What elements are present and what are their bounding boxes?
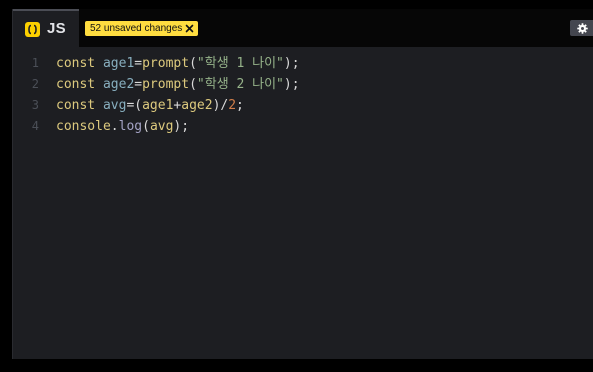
js-braces-icon — [25, 22, 40, 37]
code-token: ); — [283, 56, 300, 71]
code-token: const — [56, 56, 96, 71]
bottom-bar — [0, 359, 593, 372]
line-number: 2 — [31, 77, 39, 91]
code-token: age2 — [102, 77, 135, 92]
code-line[interactable]: 3 const avg=(age1+age2)/2; — [13, 95, 593, 116]
code-line[interactable]: 1 const age1=prompt("학생 1 나이"); — [13, 53, 593, 74]
code-token: = — [134, 56, 143, 71]
gear-icon — [576, 22, 588, 34]
code-token: avg — [102, 98, 127, 113]
code-token: prompt — [142, 77, 190, 92]
code-token: avg — [149, 119, 174, 134]
settings-button[interactable] — [570, 20, 593, 36]
tab-label: JS — [47, 20, 66, 37]
code-token: ( — [142, 119, 150, 134]
line-number: 1 — [31, 56, 39, 70]
code-token: age1 — [102, 56, 135, 71]
code-token: prompt — [142, 56, 190, 71]
line-code: const avg=(age1+age2)/2; — [56, 95, 244, 116]
code-token: console — [56, 119, 111, 134]
code-token: =( — [126, 98, 143, 113]
code-line[interactable]: 2 const age2=prompt("학생 2 나이"); — [13, 74, 593, 95]
code-token: "학생 2 나이" — [196, 77, 284, 92]
code-token: log — [118, 119, 143, 134]
unsaved-changes-badge[interactable]: 52 unsaved changes — [85, 21, 199, 36]
editor-tab-bar: JS 52 unsaved changes — [13, 9, 593, 47]
code-token: )/ — [212, 98, 229, 113]
js-editor-panel: JS 52 unsaved changes 1 const age1=promp… — [12, 9, 593, 359]
app-frame: JS 52 unsaved changes 1 const age1=promp… — [0, 0, 593, 372]
code-token: ); — [173, 119, 190, 134]
code-token: ); — [283, 77, 300, 92]
unsaved-changes-label: 52 unsaved changes — [90, 23, 183, 34]
code-token: age1 — [142, 98, 174, 113]
code-token: const — [56, 98, 96, 113]
tab-js[interactable]: JS — [13, 9, 79, 47]
code-token: age2 — [181, 98, 213, 113]
code-token: const — [56, 77, 96, 92]
line-code: const age2=prompt("학생 2 나이"); — [56, 74, 300, 95]
code-token: . — [110, 119, 119, 134]
code-token: ( — [189, 56, 197, 71]
line-code: const age1=prompt("학생 1 나이"); — [56, 53, 300, 74]
line-number: 3 — [31, 98, 39, 112]
line-number: 4 — [31, 119, 39, 133]
code-token: "학생 1 나이" — [196, 56, 284, 71]
code-line[interactable]: 4 console.log(avg); — [13, 116, 593, 137]
line-code: console.log(avg); — [56, 116, 189, 137]
close-icon[interactable] — [185, 24, 194, 33]
code-token: = — [134, 77, 143, 92]
code-token: ; — [236, 98, 244, 113]
code-token: 2 — [228, 98, 237, 113]
code-editor[interactable]: 1 const age1=prompt("학생 1 나이"); 2 const age… — [13, 47, 593, 359]
code-token: ( — [189, 77, 197, 92]
